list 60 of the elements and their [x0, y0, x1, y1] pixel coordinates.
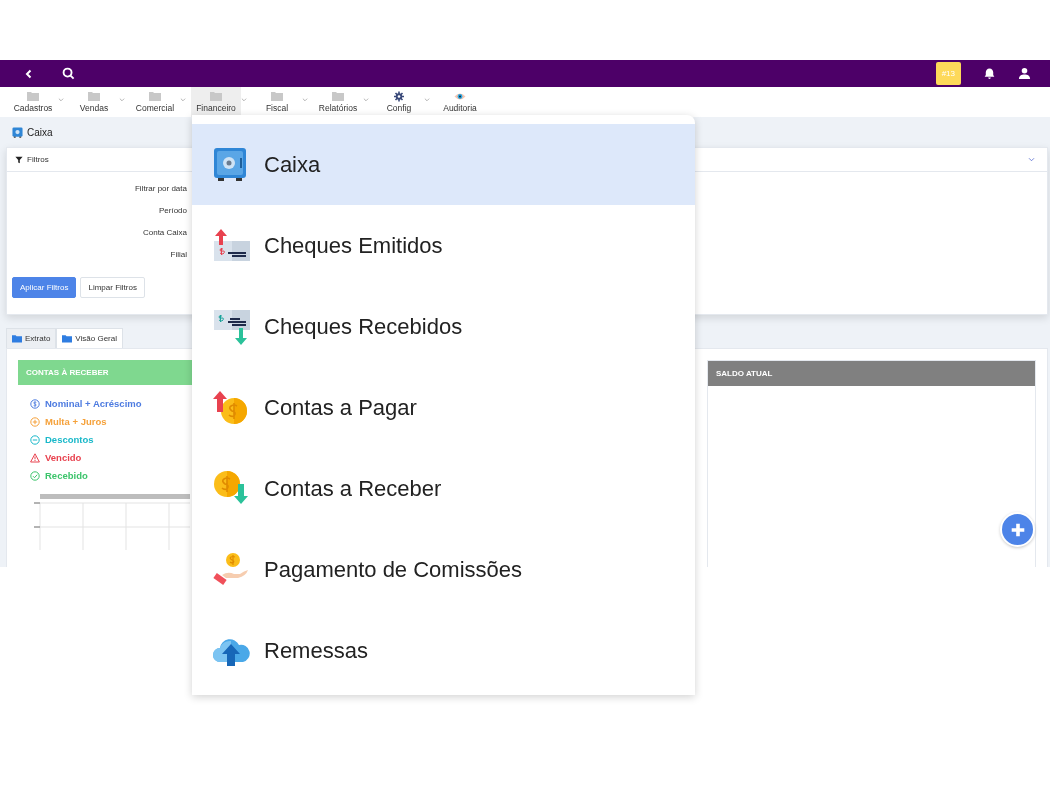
menu-item[interactable]: Caixa [192, 124, 695, 205]
menu-item[interactable]: Remessas [192, 610, 695, 691]
field-label: Filial [170, 250, 187, 259]
legend-label: Nominal + Acréscimo [45, 398, 142, 409]
caret-icon[interactable] [58, 96, 64, 102]
caret-icon[interactable] [424, 96, 430, 102]
funnel-icon [15, 155, 23, 164]
folder-icon [12, 334, 22, 343]
plus-circle-icon [30, 416, 40, 427]
apply-filters-button[interactable]: Aplicar Filtros [12, 277, 77, 298]
menu-item[interactable]: Pagamento de Comissões [192, 529, 695, 610]
warning-icon [30, 452, 40, 463]
card-title: SALDO ATUAL [708, 361, 1035, 386]
back-icon[interactable] [24, 68, 34, 79]
download-cheque-icon [212, 307, 250, 346]
caret-icon[interactable] [180, 96, 186, 102]
minus-circle-icon [30, 434, 40, 445]
filter-title: Filtros [27, 155, 49, 164]
legend-label: Multa + Juros [45, 416, 107, 427]
field-label: Conta Caixa [142, 228, 187, 237]
legend-label: Descontos [45, 434, 94, 445]
caret-icon[interactable] [302, 96, 308, 102]
eye-icon [454, 91, 466, 102]
gear-icon [393, 91, 405, 102]
menu-item[interactable]: Cheques Emitidos [192, 205, 695, 286]
search-icon[interactable] [62, 67, 75, 80]
add-button[interactable] [1000, 512, 1035, 547]
clear-filters-button[interactable]: Limpar Filtros [80, 277, 145, 298]
check-circle-icon [30, 470, 40, 481]
chevron-down-icon[interactable] [1028, 157, 1035, 162]
menu-item[interactable]: Contas a Receber [192, 448, 695, 529]
menu-item[interactable]: Financeiro [191, 87, 241, 117]
menu-item[interactable]: Relatórios [313, 87, 363, 117]
page-title: Caixa [27, 126, 53, 138]
menu-item[interactable]: Comercial [130, 87, 180, 117]
menu-item[interactable]: Fiscal [252, 87, 302, 117]
menu-item[interactable]: Cadastros [8, 87, 58, 117]
dollar-icon [30, 398, 40, 409]
caret-icon[interactable] [119, 96, 125, 102]
field-label: Filtrar por data [134, 184, 187, 193]
folder-icon [27, 91, 39, 102]
tab[interactable]: Extrato [6, 328, 57, 348]
legend-label: Recebido [45, 470, 88, 481]
bell-icon[interactable] [983, 67, 996, 80]
folder-icon [88, 91, 100, 102]
legend-label: Vencido [45, 452, 82, 463]
user-icon[interactable] [1018, 67, 1031, 80]
folder-icon [149, 91, 161, 102]
menu-item[interactable]: Cheques Recebidos [192, 286, 695, 367]
folder-icon [332, 91, 344, 102]
safe-icon [12, 126, 23, 138]
folder-icon [271, 91, 283, 102]
caret-icon[interactable] [363, 96, 369, 102]
folder-icon [210, 91, 222, 102]
menu-item[interactable]: Vendas [69, 87, 119, 117]
field-label: Período [158, 206, 187, 215]
menu-item[interactable]: Contas a Pagar [192, 367, 695, 448]
tab[interactable]: Visão Geral [56, 328, 123, 348]
folder-icon [62, 334, 73, 343]
caret-icon[interactable] [241, 96, 247, 102]
